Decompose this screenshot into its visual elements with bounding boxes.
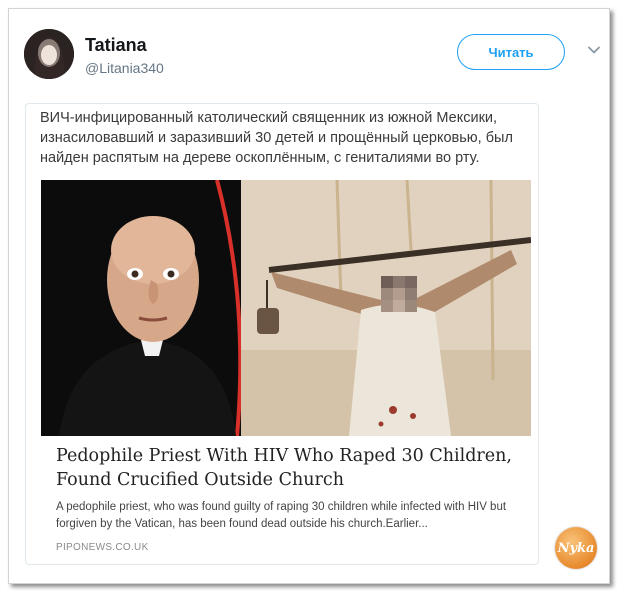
link-card[interactable]: ВИЧ-инфицированный католический священни…: [25, 103, 539, 565]
tweet-text: ВИЧ-инфицированный католический священни…: [40, 110, 513, 166]
display-name[interactable]: Tatiana: [85, 35, 147, 56]
article-description: A pedophile priest, who was found guilty…: [56, 501, 507, 530]
avatar[interactable]: [24, 29, 74, 79]
follow-button[interactable]: Читать: [457, 34, 565, 70]
user-handle[interactable]: @Litania340: [85, 60, 164, 76]
article-headline[interactable]: Pedophile Priest With HIV Who Raped 30 C…: [56, 444, 526, 492]
watermark-logo: Nyka: [555, 527, 597, 569]
chevron-down-icon[interactable]: [587, 43, 601, 57]
article-image: [41, 180, 531, 436]
article-source: PIPONEWS.CO.UK: [56, 542, 149, 553]
avatar-image: [24, 29, 74, 79]
tweet-embed: Tatiana @Litania340 Читать ВИЧ-инфициров…: [8, 8, 610, 584]
